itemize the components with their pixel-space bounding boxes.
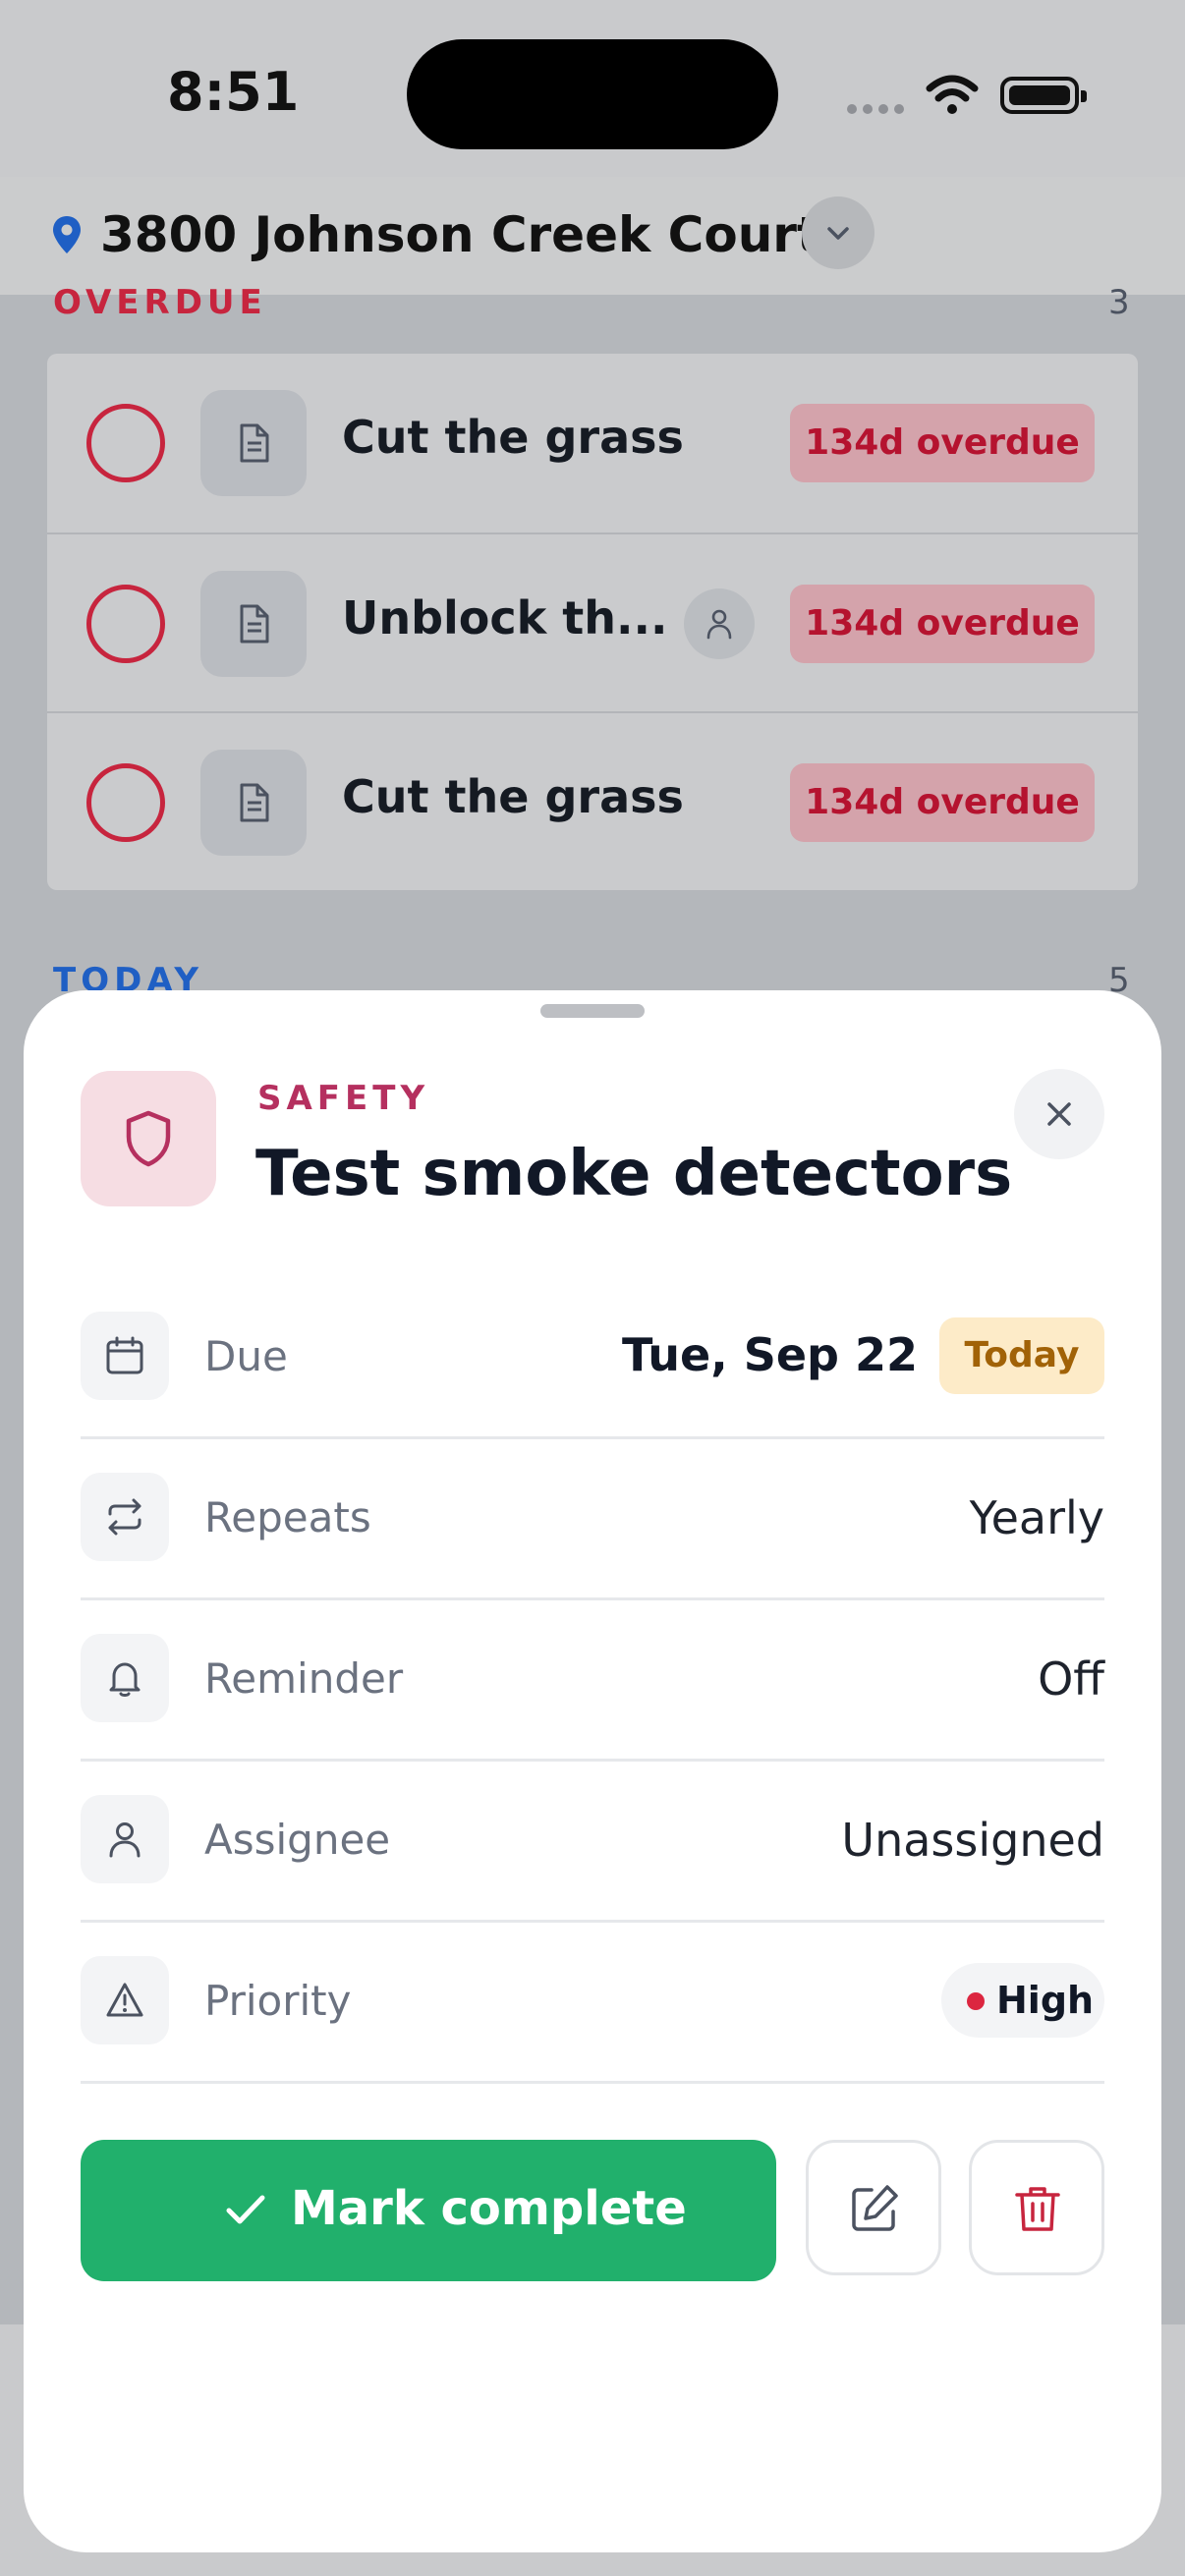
sheet-task-title: Test smoke detectors: [255, 1138, 1013, 1210]
delete-button[interactable]: [969, 2140, 1104, 2275]
task-title: Cut the grass: [342, 411, 684, 464]
detail-icon-box: [81, 1473, 169, 1561]
task-row[interactable]: Cut the grass 134d overdue: [47, 711, 1138, 890]
category-icon-box: [81, 1071, 216, 1206]
repeat-icon: [108, 1498, 141, 1536]
task-title: Unblock th...: [342, 591, 668, 644]
assignee-value: Unassigned: [841, 1814, 1104, 1867]
close-icon: [1047, 1102, 1071, 1126]
detail-row-assignee[interactable]: Assignee Unassigned: [81, 1759, 1104, 1923]
task-type-icon-box: [200, 750, 307, 856]
detail-row-due[interactable]: Due Tue, Sep 22 Today: [81, 1275, 1104, 1439]
section-label-overdue: OVERDUE: [53, 283, 267, 322]
shield-icon: [126, 1110, 171, 1167]
overdue-badge: 134d overdue: [790, 763, 1095, 842]
signal-dot: [878, 104, 888, 114]
complete-checkbox[interactable]: [86, 404, 165, 482]
detail-icon-box: [81, 1795, 169, 1883]
sheet-grabber[interactable]: [540, 1004, 645, 1018]
dynamic-island: [407, 39, 778, 149]
checkmark-icon: [226, 2195, 265, 2224]
signal-dot: [863, 104, 873, 114]
complete-checkbox[interactable]: [86, 763, 165, 842]
trash-icon: [1015, 2187, 1060, 2231]
reminder-label: Reminder: [204, 1654, 404, 1703]
close-button[interactable]: [1014, 1069, 1104, 1159]
property-switcher-button[interactable]: [802, 196, 875, 269]
detail-icon-box: [81, 1634, 169, 1722]
overdue-badge: 134d overdue: [790, 585, 1095, 663]
edit-icon: [852, 2185, 898, 2231]
task-row[interactable]: Unblock th... 134d overdue: [47, 532, 1138, 713]
priority-badge: High: [941, 1963, 1104, 2038]
detail-icon-box: [81, 1312, 169, 1400]
bell-icon: [109, 1662, 141, 1697]
calendar-icon: [106, 1336, 143, 1374]
section-count-overdue: 3: [1108, 283, 1130, 322]
due-label: Due: [204, 1332, 288, 1380]
priority-value: High: [996, 1979, 1095, 2022]
person-icon: [109, 1822, 141, 1858]
task-type-icon-box: [200, 571, 307, 677]
signal-dot: [894, 104, 904, 114]
task-category: SAFETY: [257, 1079, 430, 1118]
repeats-label: Repeats: [204, 1493, 371, 1541]
overdue-task-card: Cut the grass 134d overdue Unblock th...…: [47, 354, 1138, 890]
mark-complete-label: Mark complete: [291, 2181, 687, 2236]
task-type-icon-box: [200, 390, 307, 496]
chevron-down-icon: [827, 227, 849, 240]
priority-dot: [967, 1992, 985, 2010]
detail-row-repeats[interactable]: Repeats Yearly: [81, 1436, 1104, 1600]
detail-row-reminder[interactable]: Reminder Off: [81, 1597, 1104, 1762]
location-pin-icon: [53, 216, 81, 253]
overdue-badge: 134d overdue: [790, 404, 1095, 482]
document-icon: [240, 604, 269, 644]
wifi-icon: [926, 75, 979, 114]
assignee-label: Assignee: [204, 1816, 391, 1864]
detail-icon-box: [81, 1956, 169, 2044]
signal-dot: [847, 104, 857, 114]
complete-checkbox[interactable]: [86, 585, 165, 663]
status-time: 8:51: [167, 61, 300, 123]
detail-row-priority[interactable]: Priority High: [81, 1920, 1104, 2084]
document-icon: [240, 423, 269, 463]
reminder-value: Off: [1038, 1652, 1104, 1706]
priority-label: Priority: [204, 1977, 352, 2025]
task-title: Cut the grass: [342, 770, 684, 823]
repeats-value: Yearly: [969, 1491, 1104, 1544]
warning-icon: [106, 1983, 143, 2017]
edit-button[interactable]: [806, 2140, 941, 2275]
task-row[interactable]: Cut the grass 134d overdue: [47, 354, 1138, 532]
assignee-avatar: [684, 588, 755, 659]
mark-complete-button[interactable]: Mark complete: [81, 2140, 776, 2281]
document-icon: [240, 783, 269, 822]
today-badge: Today: [939, 1317, 1104, 1394]
property-address[interactable]: 3800 Johnson Creek Court: [100, 206, 820, 263]
due-date-value: Tue, Sep 22: [621, 1328, 918, 1381]
person-icon: [706, 609, 732, 640]
battery-icon: [1000, 77, 1087, 114]
